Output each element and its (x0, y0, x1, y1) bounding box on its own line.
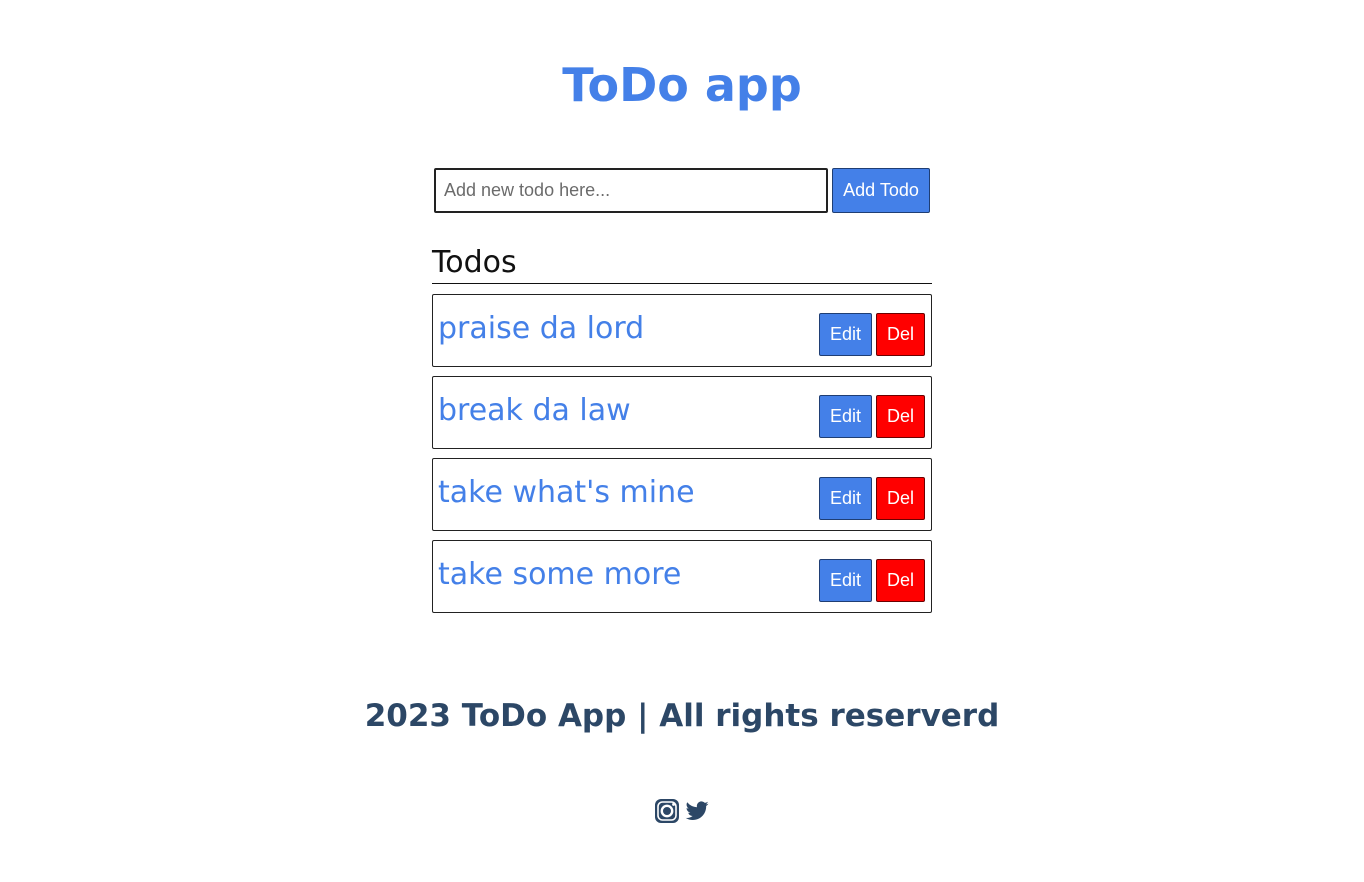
todo-item: praise da lord Edit Del (432, 294, 932, 367)
todos-heading-label: Todos (432, 245, 517, 280)
new-todo-input[interactable] (434, 168, 828, 213)
app-title: ToDo app (562, 58, 802, 112)
todos-heading: Todos (432, 243, 932, 284)
edit-button[interactable]: Edit (819, 395, 872, 438)
delete-button[interactable]: Del (876, 395, 925, 438)
todo-text: break da law (438, 393, 631, 428)
todo-text: praise da lord (438, 311, 645, 346)
delete-button[interactable]: Del (876, 559, 925, 602)
todo-text: take some more (438, 557, 682, 592)
instagram-icon[interactable] (654, 798, 680, 824)
social-links (654, 798, 710, 824)
todo-actions: Edit Del (819, 395, 925, 438)
todo-app-page: ToDo app Add Todo Todos praise da lord E… (0, 0, 1364, 882)
add-todo-form: Add Todo (434, 168, 932, 214)
add-todo-button[interactable]: Add Todo (832, 168, 930, 213)
edit-button[interactable]: Edit (819, 477, 872, 520)
twitter-icon[interactable] (684, 798, 710, 824)
delete-button[interactable]: Del (876, 313, 925, 356)
edit-button[interactable]: Edit (819, 313, 872, 356)
delete-button[interactable]: Del (876, 477, 925, 520)
todo-text: take what's mine (438, 475, 695, 510)
todo-item: take some more Edit Del (432, 540, 932, 613)
todo-actions: Edit Del (819, 477, 925, 520)
edit-button[interactable]: Edit (819, 559, 872, 602)
todo-item: take what's mine Edit Del (432, 458, 932, 531)
todo-actions: Edit Del (819, 313, 925, 356)
footer-copyright: 2023 ToDo App | All rights reserverd (364, 698, 1000, 734)
todo-actions: Edit Del (819, 559, 925, 602)
todo-item: break da law Edit Del (432, 376, 932, 449)
todo-list: praise da lord Edit Del break da law Edi… (432, 294, 932, 622)
